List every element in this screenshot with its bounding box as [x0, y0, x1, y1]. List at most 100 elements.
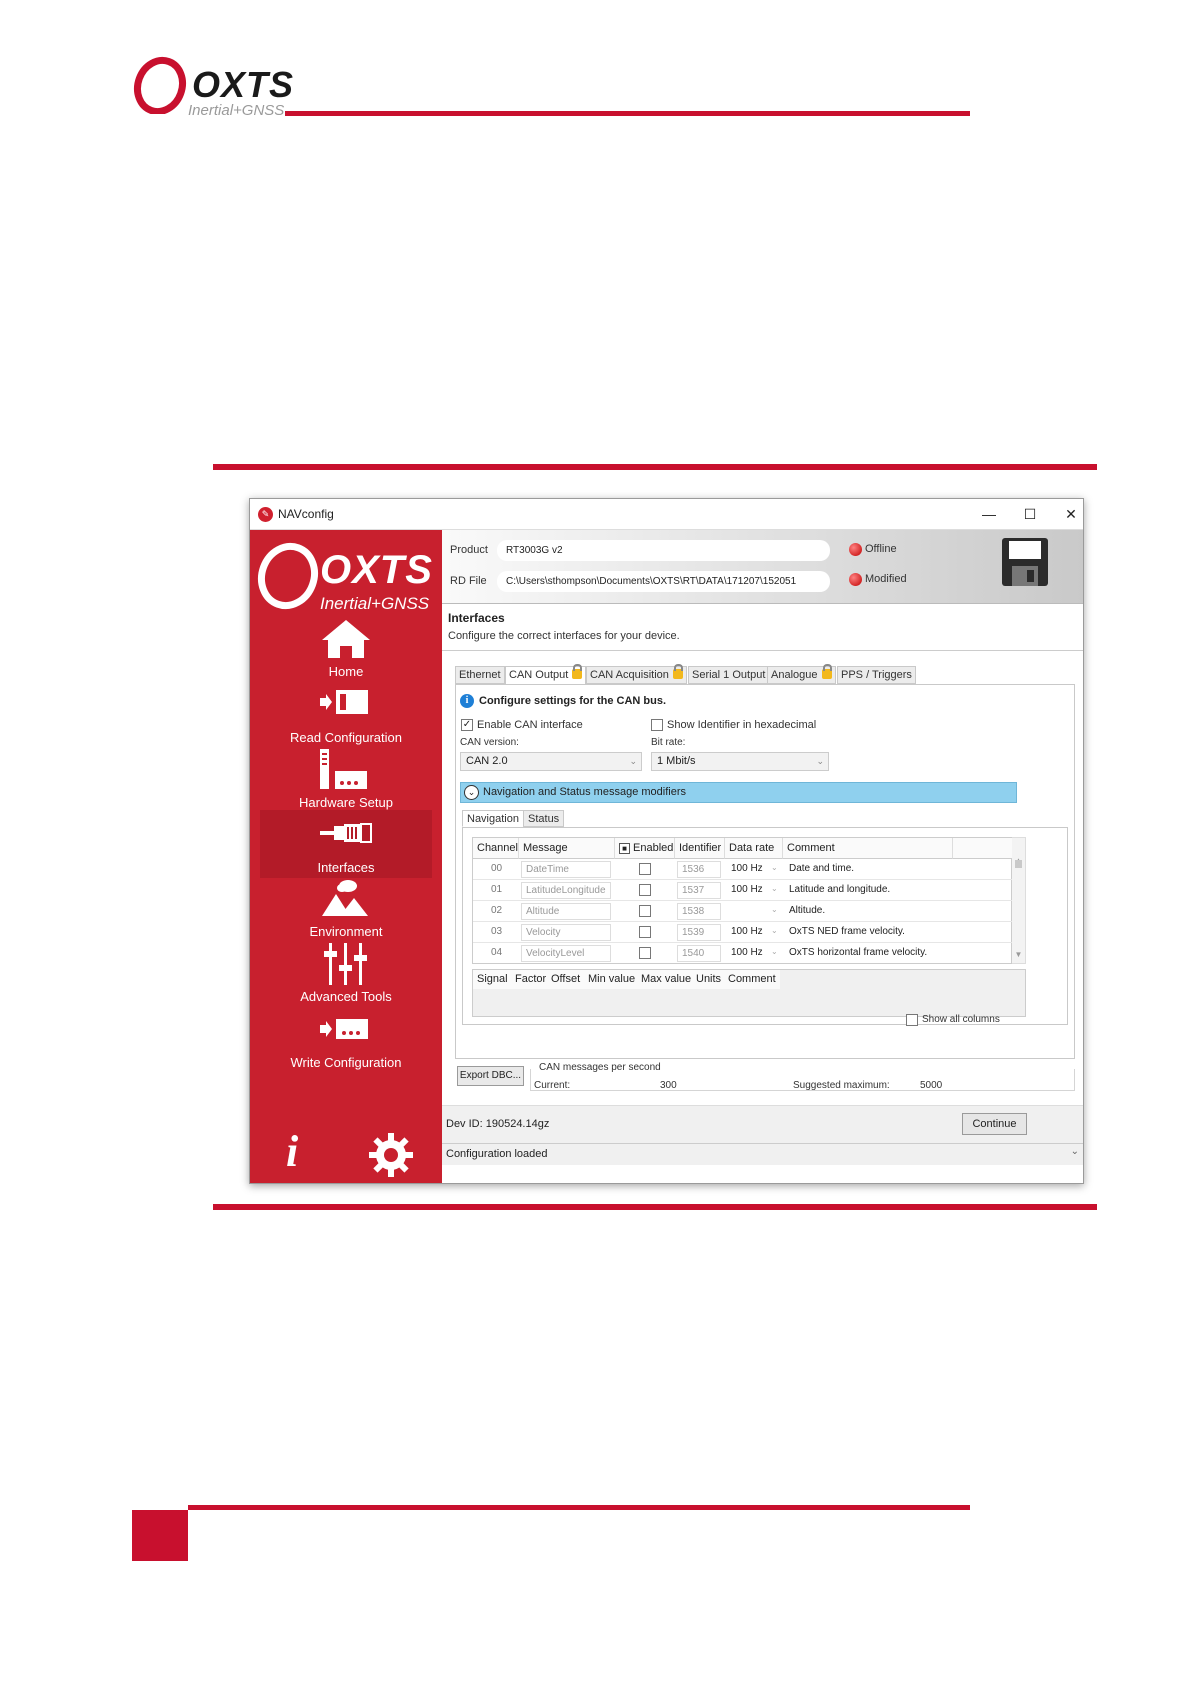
enable-can-checkbox[interactable]: ✓: [461, 719, 473, 731]
page-logo: OXTS Inertial+GNSS: [132, 52, 293, 119]
lock-icon: [672, 664, 683, 679]
table-scrollbar[interactable]: ▲ ▼: [1012, 837, 1026, 964]
cell-identifier[interactable]: 1538: [677, 903, 721, 920]
cell-channel: 00: [491, 863, 503, 874]
nav-read-configuration[interactable]: Read Configuration: [260, 680, 432, 748]
chevron-down-icon: ⌄: [771, 905, 778, 914]
table-row[interactable]: 02 Altitude 1538 ⌄ Altitude.: [473, 901, 1013, 922]
cell-identifier[interactable]: 1539: [677, 924, 721, 941]
col-units: Units: [692, 970, 727, 989]
cell-channel: 02: [491, 905, 503, 916]
nav-advanced-tools[interactable]: Advanced Tools: [260, 939, 432, 1007]
enabled-checkbox[interactable]: [639, 905, 651, 917]
table-row[interactable]: 03 Velocity 1539 100 Hz ⌄ OxTS NED frame…: [473, 922, 1013, 943]
save-floppy-icon[interactable]: [1002, 538, 1048, 586]
maximize-button[interactable]: ☐: [1015, 503, 1045, 525]
chevron-down-icon: ⌄: [771, 863, 778, 872]
cell-identifier[interactable]: 1536: [677, 861, 721, 878]
write-config-icon: [320, 1019, 368, 1039]
modifiers-expander[interactable]: ⌄ Navigation and Status message modifier…: [460, 782, 1017, 803]
select-all-checkbox[interactable]: ■: [619, 843, 630, 854]
message-table: Channel Message ■ Enabled Identifier Dat…: [472, 837, 1013, 964]
nav-label: Home: [328, 664, 364, 679]
window-title: NAVconfig: [278, 507, 334, 521]
tab-pps-triggers[interactable]: PPS / Triggers: [837, 666, 916, 684]
scrollbar-thumb[interactable]: [1015, 860, 1022, 868]
col-identifier: Identifier: [675, 838, 725, 859]
col-data-rate: Data rate: [725, 838, 783, 859]
table-row[interactable]: 00 DateTime 1536 100 Hz ⌄ Date and time.: [473, 859, 1013, 880]
export-dbc-button[interactable]: Export DBC...: [457, 1066, 524, 1086]
tab-label: CAN Acquisition: [590, 669, 669, 681]
chevron-down-icon: ⌄: [771, 947, 778, 956]
tab-status[interactable]: Status: [523, 810, 565, 827]
cell-message[interactable]: Velocity: [521, 924, 611, 941]
sliders-icon: [324, 943, 367, 985]
enabled-checkbox[interactable]: [639, 884, 651, 896]
nav-environment[interactable]: Environment: [260, 874, 432, 942]
tab-analogue[interactable]: Analogue: [767, 664, 836, 684]
current-value: 300: [660, 1080, 677, 1091]
gear-icon[interactable]: [368, 1132, 414, 1178]
chevron-down-icon[interactable]: ⌄: [1071, 1146, 1079, 1157]
modified-status-icon: [849, 573, 862, 586]
cell-channel: 01: [491, 884, 503, 895]
oxts-ring-logo-icon: [133, 56, 187, 114]
can-version-select[interactable]: CAN 2.0 ⌄: [460, 752, 642, 771]
cell-message[interactable]: VelocityLevel: [521, 945, 611, 962]
enabled-checkbox[interactable]: [639, 926, 651, 938]
tab-can-acquisition[interactable]: CAN Acquisition: [586, 664, 687, 684]
title-bar: ✎ NAVconfig — ☐ ✕: [250, 499, 1083, 530]
signal-table: Signal Factor Offset Min value Max value…: [472, 969, 1026, 1017]
info-icon[interactable]: i: [286, 1126, 298, 1177]
read-config-icon: [320, 690, 368, 714]
can-output-panel: i Configure settings for the CAN bus. ✓ …: [455, 684, 1075, 1059]
bit-rate-select[interactable]: 1 Mbit/s ⌄: [651, 752, 829, 771]
col-channel: Channel: [473, 838, 519, 859]
nav-write-configuration[interactable]: Write Configuration: [260, 1005, 432, 1073]
table-row[interactable]: 04 VelocityLevel 1540 100 Hz ⌄ OxTS hori…: [473, 943, 1013, 964]
cell-message[interactable]: Altitude: [521, 903, 611, 920]
tab-navigation[interactable]: Navigation: [462, 810, 524, 827]
sidebar-logo: OXTS Inertial+GNSS: [254, 536, 440, 613]
product-field[interactable]: RT3003G v2: [497, 540, 830, 561]
minimize-button[interactable]: —: [974, 503, 1004, 525]
enable-can-label: Enable CAN interface: [477, 719, 583, 731]
cell-message[interactable]: DateTime: [521, 861, 611, 878]
figure-top-rule: [213, 464, 1097, 470]
scroll-down-icon[interactable]: ▼: [1012, 950, 1025, 959]
continue-button[interactable]: Continue: [962, 1113, 1027, 1135]
enabled-checkbox[interactable]: [639, 947, 651, 959]
show-all-columns-checkbox[interactable]: [906, 1014, 918, 1026]
table-row[interactable]: 01 LatitudeLongitude 1537 100 Hz ⌄ Latit…: [473, 880, 1013, 901]
hardware-icon: [320, 749, 367, 789]
col-signal-comment: Comment: [724, 970, 780, 989]
enabled-checkbox[interactable]: [639, 863, 651, 875]
cell-comment: OxTS NED frame velocity.: [789, 926, 905, 937]
tab-can-output[interactable]: CAN Output: [505, 664, 587, 685]
nav-interfaces[interactable]: Interfaces: [260, 810, 432, 878]
current-label: Current:: [534, 1080, 571, 1091]
nav-hardware-setup[interactable]: Hardware Setup: [260, 745, 432, 813]
close-button[interactable]: ✕: [1056, 503, 1083, 525]
col-signal: Signal: [473, 970, 513, 989]
col-message: Message: [519, 838, 615, 859]
hex-identifier-checkbox[interactable]: [651, 719, 663, 731]
rd-file-field[interactable]: C:\Users\sthompson\Documents\OXTS\RT\DAT…: [497, 571, 830, 592]
device-status-row: Dev ID: 190524.14gz Continue: [442, 1105, 1083, 1143]
cell-identifier[interactable]: 1540: [677, 945, 721, 962]
home-icon: [322, 620, 370, 658]
nav-home[interactable]: Home: [260, 614, 432, 682]
status-text: Configuration loaded: [446, 1148, 548, 1160]
cell-comment: OxTS horizontal frame velocity.: [789, 947, 928, 958]
can-info-text: Configure settings for the CAN bus.: [479, 695, 666, 707]
bit-rate-value: 1 Mbit/s: [657, 755, 696, 767]
cell-identifier[interactable]: 1537: [677, 882, 721, 899]
chevron-down-icon: ⌄: [629, 756, 637, 766]
cell-message[interactable]: LatitudeLongitude: [521, 882, 611, 899]
cell-comment: Date and time.: [789, 863, 855, 874]
tab-ethernet[interactable]: Ethernet: [455, 666, 505, 684]
status-bar: Configuration loaded ⌄: [442, 1143, 1083, 1165]
header-rule: [285, 111, 970, 116]
tab-serial-1-output[interactable]: Serial 1 Output: [688, 666, 770, 684]
